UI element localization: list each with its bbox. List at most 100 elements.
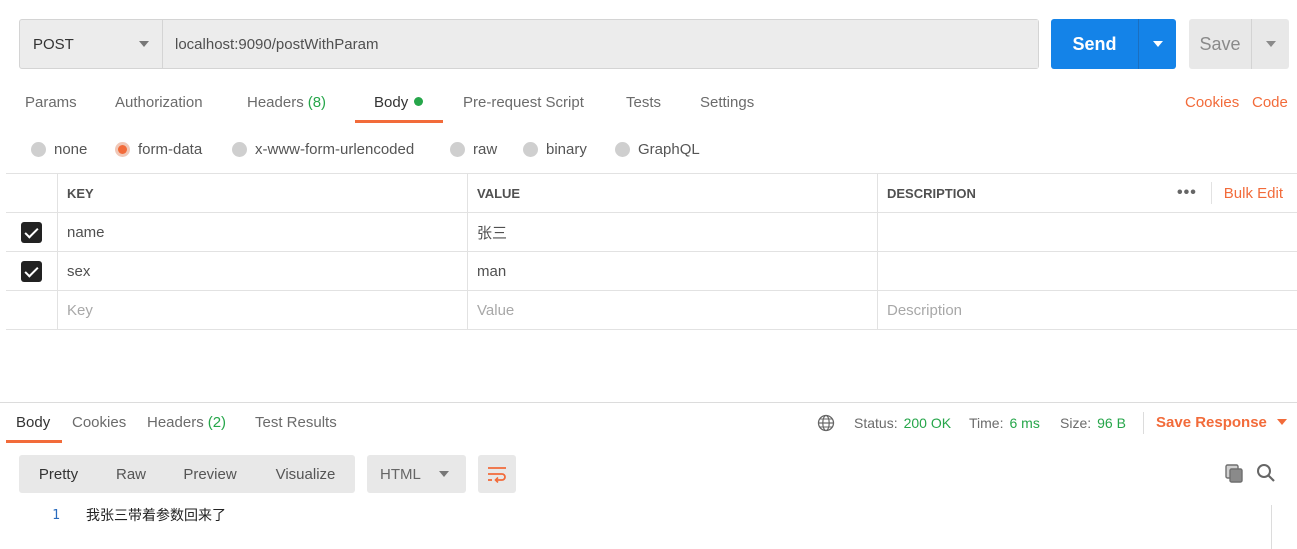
tab-headers[interactable]: Headers (8)	[247, 84, 326, 122]
save-dropdown-button[interactable]	[1251, 19, 1289, 69]
bulk-edit-link[interactable]: Bulk Edit	[1224, 185, 1283, 202]
description-cell[interactable]	[877, 213, 1297, 251]
save-button[interactable]: Save	[1189, 19, 1289, 69]
radio-graphql-label: GraphQL	[638, 140, 700, 158]
cookies-link[interactable]: Cookies	[1185, 84, 1239, 122]
table-row: sex man	[6, 252, 1297, 291]
request-tabs: Params Authorization Headers (8) Body Pre…	[0, 84, 1297, 124]
radio-circle-icon	[615, 141, 630, 157]
radio-none[interactable]: none	[31, 136, 87, 162]
view-raw-button[interactable]: Raw	[98, 455, 164, 493]
time-label: Time:	[969, 415, 1004, 431]
size-label: Size:	[1060, 415, 1092, 431]
size-readout[interactable]: Size: 96 B	[1060, 404, 1126, 442]
url-input[interactable]: localhost:9090/postWithParam	[163, 20, 1038, 68]
headers-count-badge: (8)	[307, 94, 327, 111]
save-response-button[interactable]: Save Response	[1156, 404, 1287, 442]
view-mode-group: Pretty Raw Preview Visualize	[19, 455, 355, 493]
new-key-input[interactable]: Key	[57, 291, 467, 329]
format-select[interactable]: HTML	[367, 455, 466, 493]
request-bar: POST localhost:9090/postWithParam	[19, 19, 1039, 69]
tab-headers-label: Headers	[247, 94, 304, 111]
divider	[1210, 182, 1212, 204]
radio-raw-label: raw	[473, 140, 498, 158]
status-readout[interactable]: Status: 200 OK	[854, 404, 951, 442]
save-response-label: Save Response	[1156, 414, 1267, 431]
response-tab-body[interactable]: Body	[16, 404, 50, 442]
key-cell[interactable]: name	[57, 213, 467, 251]
copy-icon[interactable]	[1223, 462, 1245, 484]
view-preview-button[interactable]: Preview	[164, 455, 256, 493]
status-value: 200 OK	[903, 415, 952, 431]
body-active-dot-icon	[414, 97, 424, 106]
chevron-down-icon	[139, 41, 149, 47]
key-cell[interactable]: sex	[57, 252, 467, 290]
divider	[1143, 412, 1144, 434]
radio-urlencoded-label: x-www-form-urlencoded	[255, 140, 415, 158]
radio-binary-label: binary	[546, 140, 587, 158]
format-label: HTML	[380, 465, 421, 483]
form-data-table: KEY VALUE DESCRIPTION ••• Bulk Edit name…	[6, 173, 1297, 330]
column-header-description-label: DESCRIPTION	[887, 185, 976, 201]
radio-graphql[interactable]: GraphQL	[615, 136, 700, 162]
table-row: name 张三	[6, 213, 1297, 252]
tab-settings[interactable]: Settings	[700, 84, 754, 122]
table-header-row: KEY VALUE DESCRIPTION ••• Bulk Edit	[6, 174, 1297, 213]
response-line: 1 我张三带着参数回来了	[0, 503, 1270, 529]
radio-circle-icon	[232, 141, 247, 157]
tab-params[interactable]: Params	[25, 84, 77, 122]
chevron-down-icon	[439, 471, 449, 477]
view-visualize-button[interactable]: Visualize	[256, 455, 355, 493]
radio-raw[interactable]: raw	[450, 136, 497, 162]
header-checkbox-cell	[6, 174, 57, 212]
send-button[interactable]: Send	[1051, 19, 1176, 69]
search-icon[interactable]	[1255, 462, 1277, 484]
method-select[interactable]: POST	[20, 20, 163, 68]
tab-pre-request-script[interactable]: Pre-request Script	[463, 84, 584, 122]
view-pretty-button[interactable]: Pretty	[19, 455, 98, 493]
response-divider[interactable]	[0, 402, 1297, 403]
chevron-down-icon	[1152, 41, 1163, 47]
radio-circle-icon	[523, 141, 538, 157]
response-tab-test-results[interactable]: Test Results	[255, 404, 337, 442]
tab-body[interactable]: Body	[374, 84, 424, 122]
tab-authorization[interactable]: Authorization	[115, 84, 203, 122]
value-cell[interactable]: 张三	[467, 213, 877, 251]
value-cell[interactable]: man	[467, 252, 877, 290]
more-options-icon[interactable]: •••	[1177, 184, 1197, 202]
column-header-value: VALUE	[467, 174, 877, 212]
send-dropdown-button[interactable]	[1138, 19, 1176, 69]
tab-tests[interactable]: Tests	[626, 84, 661, 122]
radio-form-data-label: form-data	[138, 140, 203, 158]
radio-selected-icon	[115, 141, 130, 157]
new-description-input[interactable]: Description	[877, 291, 1297, 329]
response-body-text: 我张三带着参数回来了	[86, 508, 226, 524]
chevron-down-icon	[1265, 41, 1276, 47]
checkbox-checked-icon[interactable]	[21, 260, 42, 282]
editor-scrollbar[interactable]	[1271, 505, 1272, 549]
active-response-tab-indicator	[6, 440, 62, 443]
globe-icon[interactable]	[817, 414, 835, 432]
radio-x-www-form-urlencoded[interactable]: x-www-form-urlencoded	[232, 136, 414, 162]
new-row: Key Value Description	[6, 291, 1297, 330]
save-label: Save	[1199, 33, 1241, 54]
chevron-down-icon	[1276, 419, 1287, 425]
checkbox-checked-icon[interactable]	[21, 221, 42, 243]
method-label: POST	[33, 35, 74, 53]
wrap-lines-button[interactable]	[478, 455, 516, 493]
radio-form-data[interactable]: form-data	[115, 136, 202, 162]
response-headers-count-badge: (2)	[207, 414, 227, 431]
response-tab-cookies[interactable]: Cookies	[72, 404, 126, 442]
table-tools: ••• Bulk Edit	[1177, 174, 1283, 212]
row-checkbox-cell	[6, 213, 57, 251]
tab-body-label: Body	[374, 94, 409, 111]
response-tab-headers[interactable]: Headers (2)	[147, 404, 226, 442]
radio-circle-icon	[31, 141, 46, 157]
radio-binary[interactable]: binary	[523, 136, 587, 162]
time-readout[interactable]: Time: 6 ms	[969, 404, 1040, 442]
new-value-input[interactable]: Value	[467, 291, 877, 329]
code-link[interactable]: Code	[1252, 84, 1288, 122]
column-header-description: DESCRIPTION ••• Bulk Edit	[877, 174, 1297, 212]
description-cell[interactable]	[877, 252, 1297, 290]
response-tab-headers-label: Headers	[147, 414, 204, 431]
